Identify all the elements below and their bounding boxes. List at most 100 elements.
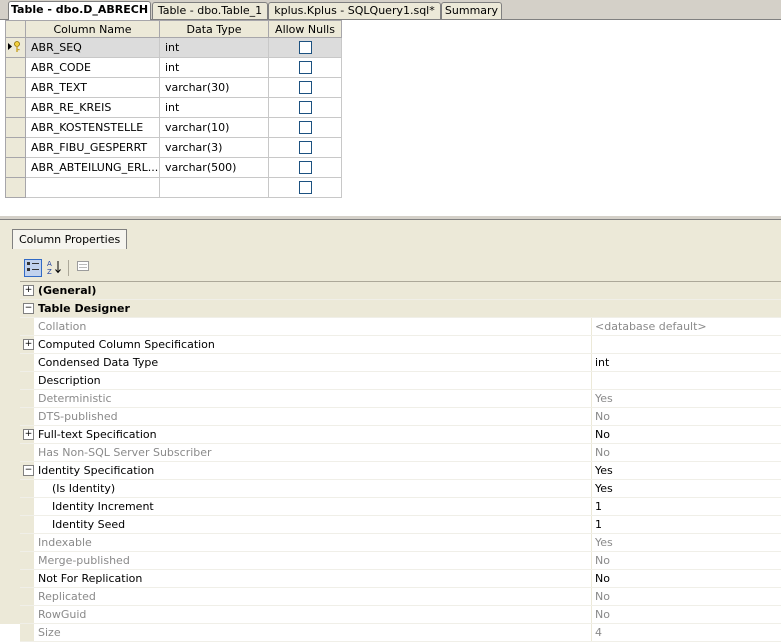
property-row[interactable]: Condensed Data Type int [20, 354, 781, 372]
table-row[interactable] [5, 177, 342, 198]
property-value[interactable]: Yes [591, 390, 781, 407]
property-name: Replicated [38, 590, 96, 603]
allow-nulls-checkbox[interactable] [298, 161, 312, 175]
table-row[interactable]: ABR_CODE int [5, 57, 342, 78]
property-row[interactable]: Merge-published No [20, 552, 781, 570]
table-row[interactable]: ABR_TEXT varchar(30) [5, 77, 342, 98]
property-row[interactable]: Description [20, 372, 781, 390]
property-row[interactable]: + (General) [20, 282, 781, 300]
property-value[interactable]: No [591, 606, 781, 623]
property-value[interactable]: No [591, 408, 781, 425]
property-gutter [20, 480, 34, 497]
column-name-cell[interactable]: ABR_FIBU_GESPERRT [25, 137, 160, 158]
row-selector[interactable] [5, 177, 26, 198]
column-name-cell[interactable]: ABR_RE_KREIS [25, 97, 160, 118]
property-name: Identity Seed [52, 518, 126, 531]
row-selector[interactable] [5, 57, 26, 78]
data-type-cell[interactable]: int [159, 97, 269, 118]
data-type-cell[interactable]: varchar(10) [159, 117, 269, 138]
property-row[interactable]: Identity Increment 1 [20, 498, 781, 516]
table-row[interactable]: ABR_RE_KREIS int [5, 97, 342, 118]
column-name-cell[interactable]: ABR_TEXT [25, 77, 160, 98]
document-tab-strip: Table - dbo.D_ABRECH Table - dbo.Table_1… [0, 0, 781, 20]
tab-table-table-1[interactable]: Table - dbo.Table_1 [152, 2, 268, 19]
property-pages-icon[interactable] [74, 259, 92, 277]
data-type-cell[interactable]: int [159, 37, 269, 58]
property-value[interactable] [591, 336, 781, 353]
row-selector[interactable] [5, 77, 26, 98]
data-type-cell[interactable] [159, 177, 269, 198]
data-type-cell[interactable]: varchar(3) [159, 137, 269, 158]
row-selector[interactable] [5, 37, 26, 58]
data-type-cell[interactable]: varchar(500) [159, 157, 269, 178]
allow-nulls-cell [268, 117, 342, 138]
property-value[interactable]: No [591, 588, 781, 605]
row-selector[interactable] [5, 97, 26, 118]
property-value[interactable]: int [591, 354, 781, 371]
allow-nulls-checkbox[interactable] [298, 121, 312, 135]
allow-nulls-checkbox[interactable] [298, 181, 312, 195]
property-value[interactable]: No [591, 426, 781, 443]
property-row[interactable]: − Identity Specification Yes [20, 462, 781, 480]
property-row[interactable]: Collation <database default> [20, 318, 781, 336]
property-value[interactable]: Yes [591, 480, 781, 497]
property-value[interactable]: 1 [591, 498, 781, 515]
expand-icon[interactable]: + [23, 285, 34, 296]
categorized-icon[interactable] [24, 259, 42, 277]
row-selector[interactable] [5, 117, 26, 138]
expand-icon[interactable]: + [23, 339, 34, 350]
property-row[interactable]: Indexable Yes [20, 534, 781, 552]
property-row[interactable]: Size 4 [20, 624, 781, 642]
allow-nulls-checkbox[interactable] [298, 41, 312, 55]
column-name-cell[interactable] [25, 177, 160, 198]
expand-icon[interactable]: + [23, 429, 34, 440]
property-value[interactable] [591, 372, 781, 389]
property-row[interactable]: + Computed Column Specification [20, 336, 781, 354]
property-row[interactable]: Deterministic Yes [20, 390, 781, 408]
property-value[interactable]: Yes [591, 462, 781, 479]
allow-nulls-checkbox[interactable] [298, 141, 312, 155]
property-gutter [20, 552, 34, 569]
property-gutter [20, 372, 34, 389]
row-selector[interactable] [5, 137, 26, 158]
column-name-cell[interactable]: ABR_SEQ [25, 37, 160, 58]
tab-column-properties[interactable]: Column Properties [12, 229, 128, 249]
property-row[interactable]: (Is Identity) Yes [20, 480, 781, 498]
data-type-cell[interactable]: int [159, 57, 269, 78]
data-type-cell[interactable]: varchar(30) [159, 77, 269, 98]
property-gutter [20, 570, 34, 587]
property-row[interactable]: Replicated No [20, 588, 781, 606]
column-name-cell[interactable]: ABR_ABTEILUNG_ERL... [25, 157, 160, 178]
property-value[interactable]: No [591, 570, 781, 587]
property-row[interactable]: RowGuid No [20, 606, 781, 624]
table-row[interactable]: ABR_ABTEILUNG_ERL... varchar(500) [5, 157, 342, 178]
allow-nulls-checkbox[interactable] [298, 61, 312, 75]
allow-nulls-checkbox[interactable] [298, 81, 312, 95]
property-row[interactable]: − Table Designer [20, 300, 781, 318]
column-name-cell[interactable]: ABR_CODE [25, 57, 160, 78]
property-value[interactable]: <database default> [591, 318, 781, 335]
collapse-icon[interactable]: − [23, 465, 34, 476]
tab-table-d-abrech[interactable]: Table - dbo.D_ABRECH [8, 1, 151, 20]
property-row[interactable]: + Full-text Specification No [20, 426, 781, 444]
property-row[interactable]: Identity Seed 1 [20, 516, 781, 534]
property-row[interactable]: Not For Replication No [20, 570, 781, 588]
table-row[interactable]: ABR_SEQ int [5, 37, 342, 58]
property-value[interactable]: No [591, 444, 781, 461]
table-row[interactable]: ABR_FIBU_GESPERRT varchar(3) [5, 137, 342, 158]
row-selector[interactable] [5, 157, 26, 178]
property-value[interactable]: No [591, 552, 781, 569]
table-row[interactable]: ABR_KOSTENSTELLE varchar(10) [5, 117, 342, 138]
property-name: Size [38, 626, 61, 639]
column-name-cell[interactable]: ABR_KOSTENSTELLE [25, 117, 160, 138]
allow-nulls-checkbox[interactable] [298, 101, 312, 115]
property-row[interactable]: DTS-published No [20, 408, 781, 426]
alphabetical-sort-icon[interactable]: AZ [46, 259, 64, 277]
tab-sqlquery1[interactable]: kplus.Kplus - SQLQuery1.sql* [268, 2, 441, 19]
tab-summary[interactable]: Summary [441, 2, 502, 19]
property-row[interactable]: Has Non-SQL Server Subscriber No [20, 444, 781, 462]
property-value[interactable]: Yes [591, 534, 781, 551]
property-value[interactable]: 4 [591, 624, 781, 641]
property-value[interactable]: 1 [591, 516, 781, 533]
collapse-icon[interactable]: − [23, 303, 34, 314]
